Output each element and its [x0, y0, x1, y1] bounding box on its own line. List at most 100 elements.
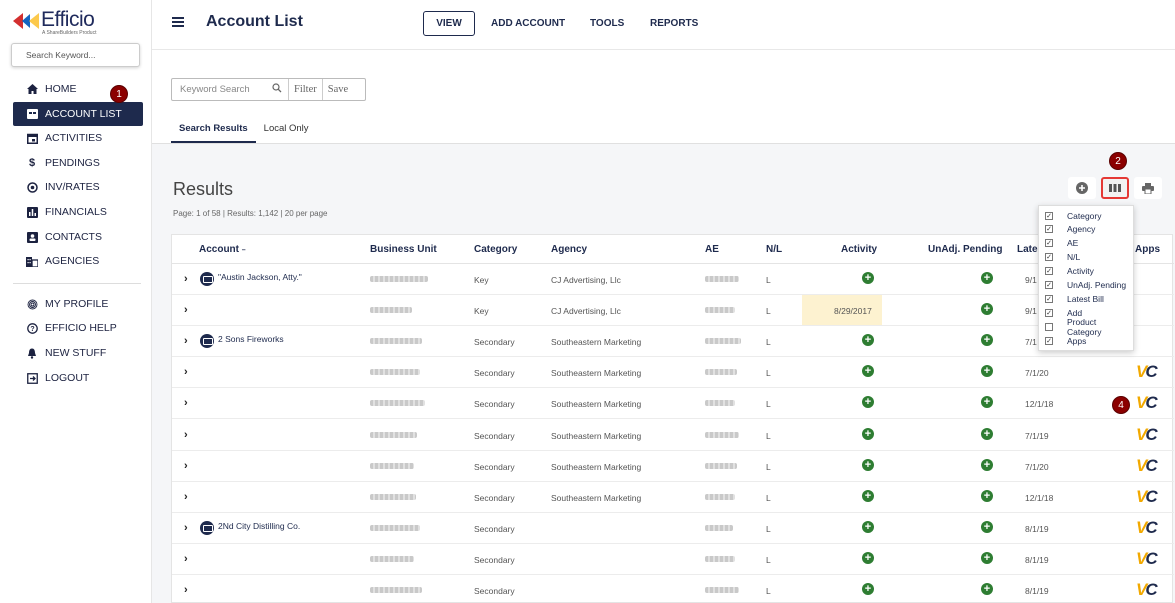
vc-app-icon[interactable]: VC: [1136, 487, 1158, 507]
add-pending-icon[interactable]: +: [981, 303, 993, 316]
vc-app-icon[interactable]: VC: [1136, 393, 1158, 413]
checkbox[interactable]: ✓: [1045, 308, 1053, 317]
column-header-nl[interactable]: N/L: [766, 244, 782, 255]
filter-button[interactable]: Filter: [289, 84, 322, 95]
expand-row-chevron-icon[interactable]: ›: [184, 429, 188, 441]
add-pending-icon[interactable]: +: [981, 334, 993, 347]
checkbox[interactable]: ✓: [1045, 253, 1053, 262]
add-activity-icon[interactable]: +: [862, 583, 874, 595]
add-pending-icon[interactable]: +: [981, 396, 993, 409]
checkbox[interactable]: ✓: [1045, 336, 1053, 345]
checkbox[interactable]: ✓: [1045, 294, 1053, 303]
tab-add-account[interactable]: ADD ACCOUNT: [491, 11, 565, 36]
table-row[interactable]: › Secondary Southeastern Marketing L + +7/1/2…: [172, 451, 1174, 482]
column-chooser-button[interactable]: [1101, 177, 1129, 199]
expand-row-chevron-icon[interactable]: ›: [184, 366, 188, 378]
add-pending-icon[interactable]: +: [981, 427, 993, 440]
sidebar-item-my-profile[interactable]: MY PROFILE: [13, 292, 143, 316]
print-button[interactable]: [1134, 177, 1162, 199]
tab-local-only[interactable]: Local Only: [256, 118, 317, 143]
sidebar-item-financials[interactable]: FINANCIALS: [13, 200, 143, 224]
add-activity-icon[interactable]: +: [862, 365, 874, 378]
checkbox[interactable]: ✓: [1045, 281, 1053, 289]
column-option[interactable]: ✓ UnAdj. Pending: [1045, 279, 1126, 292]
add-pending-icon[interactable]: +: [981, 365, 993, 378]
vc-app-icon[interactable]: VC: [1136, 549, 1158, 569]
vc-app-icon[interactable]: VC: [1136, 518, 1158, 538]
checkbox[interactable]: ✓: [1045, 267, 1053, 276]
expand-row-chevron-icon[interactable]: ›: [184, 491, 188, 503]
sidebar-search-input[interactable]: Search Keyword...: [11, 43, 140, 67]
add-activity-icon[interactable]: +: [862, 551, 874, 564]
column-option[interactable]: ✓ Apps: [1045, 334, 1086, 347]
column-header-activity[interactable]: Activity: [841, 244, 877, 255]
vc-app-icon[interactable]: VC: [1136, 362, 1158, 382]
tab-tools[interactable]: TOOLS: [590, 11, 624, 36]
column-option[interactable]: ✓ Activity: [1045, 265, 1094, 278]
vc-app-icon[interactable]: VC: [1136, 425, 1158, 445]
table-row[interactable]: › 2Nd City Distilling Co. Secondary L + +8/1/…: [172, 513, 1174, 544]
column-option[interactable]: ✓ Category: [1045, 209, 1102, 222]
add-activity-icon[interactable]: +: [862, 458, 874, 471]
tab-view[interactable]: VIEW: [423, 11, 475, 36]
expand-row-chevron-icon[interactable]: ›: [184, 304, 188, 316]
account-name-link[interactable]: 2Nd City Distilling Co.: [218, 521, 300, 531]
checkbox[interactable]: ✓: [1045, 225, 1053, 234]
checkbox[interactable]: ✓: [1045, 211, 1053, 220]
expand-row-chevron-icon[interactable]: ›: [184, 335, 188, 347]
table-row[interactable]: › Secondary Southeastern Marketing L + +12/1/…: [172, 388, 1174, 420]
column-header-agency[interactable]: Agency: [551, 244, 587, 255]
save-button[interactable]: Save: [323, 84, 353, 95]
add-pending-icon[interactable]: +: [981, 551, 993, 564]
column-header-business-unit[interactable]: Business Unit: [370, 244, 437, 255]
column-header-unadj-pending[interactable]: UnAdj. Pending: [928, 244, 1002, 255]
column-option[interactable]: ✓ AE: [1045, 237, 1078, 250]
sidebar-item-agencies[interactable]: AGENCIES: [13, 249, 143, 273]
add-pending-icon[interactable]: +: [981, 489, 993, 502]
sidebar-item-logout[interactable]: LOGOUT: [13, 366, 143, 390]
tab-search-results[interactable]: Search Results: [171, 118, 256, 143]
search-icon[interactable]: [272, 83, 288, 96]
expand-row-chevron-icon[interactable]: ›: [184, 460, 188, 472]
column-header-account[interactable]: Account –: [199, 244, 246, 255]
column-option[interactable]: Product Category: [1045, 317, 1133, 337]
efficio-logo[interactable]: Efficio A ShareBuilders Product: [13, 8, 133, 36]
sidebar-item-efficio-help[interactable]: ? EFFICIO HELP: [13, 316, 143, 340]
table-row[interactable]: › Secondary Southeastern Marketing L + +7/1/1…: [172, 420, 1174, 451]
expand-row-chevron-icon[interactable]: ›: [184, 584, 188, 596]
add-pending-icon[interactable]: +: [981, 520, 993, 533]
account-name-link[interactable]: "Austin Jackson, Atty.": [218, 272, 302, 282]
sidebar-item-activities[interactable]: ACTIVITIES: [13, 126, 143, 150]
add-activity-icon[interactable]: +: [862, 489, 874, 502]
table-row[interactable]: › Secondary L + +8/1/19 VC: [172, 575, 1174, 603]
table-row[interactable]: › "Austin Jackson, Atty." Key CJ Advertisin…: [172, 264, 1174, 295]
hamburger-menu-icon[interactable]: [172, 17, 184, 27]
table-row[interactable]: › Key CJ Advertising, Llc L 8/29/2017 +9/1: [172, 295, 1174, 327]
table-row[interactable]: › Secondary L + +8/1/19 VC: [172, 544, 1174, 575]
expand-row-chevron-icon[interactable]: ›: [184, 397, 188, 409]
checkbox[interactable]: [1045, 322, 1053, 331]
column-header-apps[interactable]: Apps: [1135, 244, 1160, 255]
tab-reports[interactable]: REPORTS: [650, 11, 698, 36]
column-option[interactable]: ✓ Latest Bill: [1045, 292, 1104, 305]
account-name-link[interactable]: 2 Sons Fireworks: [218, 334, 284, 344]
add-activity-icon[interactable]: +: [862, 396, 874, 409]
add-activity-icon[interactable]: +: [862, 427, 874, 440]
table-row[interactable]: › Secondary Southeastern Marketing L + +12/1/…: [172, 482, 1174, 513]
column-option[interactable]: ✓ N/L: [1045, 251, 1080, 264]
table-row[interactable]: › 2 Sons Fireworks Secondary Southeastern M…: [172, 326, 1174, 358]
sidebar-item-pendings[interactable]: $ PENDINGS: [13, 151, 143, 175]
expand-row-chevron-icon[interactable]: ›: [184, 273, 188, 285]
add-pending-icon[interactable]: +: [981, 583, 993, 595]
sidebar-item-account-list[interactable]: ACCOUNT LIST: [13, 102, 143, 126]
sidebar-item-inv-rates[interactable]: INV/RATES: [13, 175, 143, 199]
add-activity-icon[interactable]: +: [862, 334, 874, 347]
expand-row-chevron-icon[interactable]: ›: [184, 553, 188, 565]
add-activity-icon[interactable]: +: [862, 272, 874, 284]
sidebar-item-contacts[interactable]: CONTACTS: [13, 225, 143, 249]
checkbox[interactable]: ✓: [1045, 239, 1053, 248]
add-activity-icon[interactable]: +: [862, 520, 874, 533]
table-row[interactable]: › Secondary Southeastern Marketing L + +7/1/2…: [172, 357, 1174, 389]
sidebar-item-new-stuff[interactable]: NEW STUFF: [13, 341, 143, 365]
column-option[interactable]: ✓ Agency: [1045, 223, 1095, 236]
